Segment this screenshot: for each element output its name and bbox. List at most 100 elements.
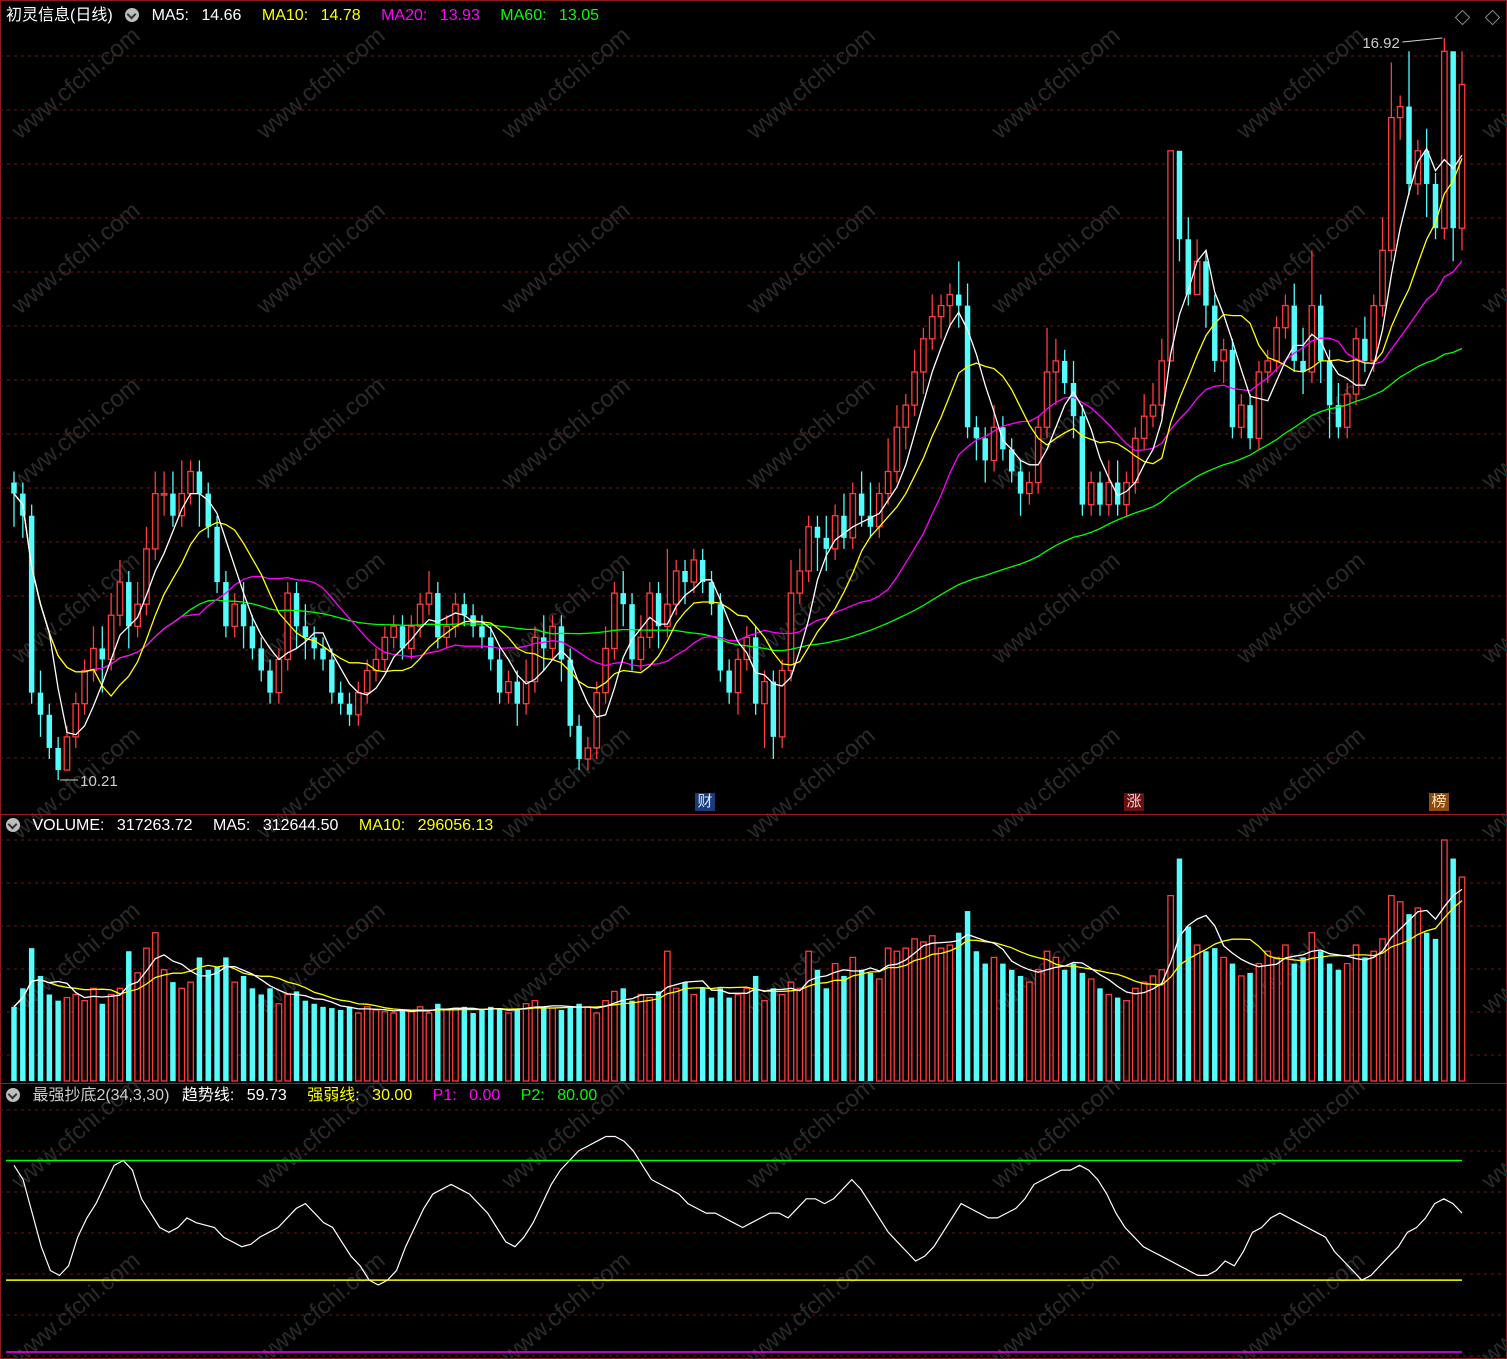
dropdown-icon[interactable] [6, 1088, 20, 1102]
volume-bar [90, 987, 97, 1082]
volume-label: VOLUME: 317263.72 [32, 817, 193, 834]
volume-bar [372, 1009, 380, 1082]
candle-body [187, 470, 194, 495]
candle-body [611, 592, 618, 650]
watermark-text: www.cfchi.com [1231, 197, 1371, 320]
candle-body [584, 747, 592, 760]
volume-bar [407, 1011, 415, 1082]
watermark-text: www.cfchi.com [741, 197, 881, 320]
volume-bar [1087, 978, 1095, 1082]
limit-up-marker[interactable]: 涨 [1124, 793, 1144, 811]
candle-body [452, 603, 459, 627]
volume-bar [805, 950, 813, 1082]
candle-body [258, 648, 264, 671]
volume-bar [46, 994, 53, 1081]
candle-body [893, 426, 901, 473]
candle-body [461, 604, 468, 616]
candle-body [734, 658, 742, 694]
candle-body [1264, 360, 1272, 373]
candle-body [1308, 304, 1316, 373]
watermark-text: www.cfchi.com [986, 722, 1126, 845]
volume-bar [452, 1007, 459, 1082]
candle-body [55, 747, 61, 771]
volume-bar [390, 1012, 398, 1082]
volume-bar [1379, 938, 1386, 1082]
candle-body [1406, 106, 1412, 184]
candle-body [514, 681, 521, 704]
candle-body [1087, 481, 1095, 506]
candle-body [1387, 116, 1395, 251]
candle-body [1097, 482, 1103, 505]
candle-body [602, 647, 609, 694]
dragon-tiger-list-marker[interactable]: 榜 [1429, 793, 1449, 811]
candle-body [823, 537, 830, 549]
volume-bar [567, 1006, 573, 1081]
volume-bar [1140, 981, 1148, 1082]
volume-bar [1370, 950, 1378, 1082]
volume-bar [1123, 1000, 1130, 1082]
candle-body [796, 570, 804, 594]
candle-body [920, 338, 927, 373]
volume-bar [258, 994, 264, 1081]
volume-bar [937, 947, 945, 1082]
volume-bar [151, 932, 159, 1082]
watermark-text: www.cfchi.com [1231, 22, 1371, 145]
volume-bar [346, 1006, 353, 1081]
volume-bar [126, 951, 132, 1081]
volume-bar [1212, 948, 1218, 1081]
volume-bar [778, 993, 786, 1082]
candle-body [778, 669, 786, 738]
volume-bar [416, 1006, 424, 1082]
watermark-text: www.cfchi.com [496, 197, 636, 320]
watermark-text: www.cfchi.com [6, 1247, 146, 1359]
volume-bar [1017, 975, 1024, 1081]
volume-bar [893, 950, 901, 1082]
candle-body [90, 647, 97, 672]
stock-name: 初灵信息 [6, 7, 71, 24]
volume-ma5-label: MA5: 312644.50 [213, 817, 339, 834]
candle-body [1158, 360, 1166, 406]
candle-body [170, 493, 176, 516]
candle-body [1123, 481, 1130, 506]
volume-bar [1114, 997, 1121, 1081]
volume-bar [1458, 876, 1466, 1082]
candle-body [496, 659, 503, 693]
dropdown-icon[interactable] [125, 8, 140, 22]
candle-body [655, 593, 662, 627]
candle-body [1423, 150, 1430, 184]
candle-body [522, 680, 530, 705]
watermark-text: www.cfchi.com [986, 1072, 1126, 1195]
watermark-text: www.cfchi.com [1476, 22, 1507, 145]
volume-bar [541, 1006, 547, 1081]
candle-body [973, 427, 980, 439]
volume-bar [584, 1006, 592, 1082]
candle-body [1220, 349, 1227, 362]
p1-label: P1: 0.00 [432, 1087, 501, 1104]
dropdown-icon[interactable] [6, 818, 20, 832]
volume-bar [576, 1003, 582, 1081]
volume-bar [928, 935, 936, 1082]
volume-bar [284, 993, 292, 1082]
candle-body [1079, 416, 1086, 505]
volume-bar [646, 996, 654, 1082]
financial-report-marker[interactable]: 财 [695, 793, 715, 811]
volume-bar [63, 996, 71, 1082]
volume-bar [223, 957, 229, 1081]
volume-bar [663, 950, 671, 1082]
volume-bar [320, 1006, 326, 1081]
volume-bar [637, 993, 645, 1082]
watermark-text: www.cfchi.com [496, 22, 636, 145]
volume-bar [796, 987, 804, 1082]
candle-body [1247, 405, 1253, 439]
volume-bar [479, 1009, 485, 1081]
candle-body [1025, 481, 1033, 495]
candle-body [1167, 150, 1175, 362]
volume-bar [1000, 963, 1006, 1081]
candle-body [81, 669, 89, 705]
stock-chart[interactable]: www.cfchi.com www.cfchi.com www.cfchi.com w… [0, 0, 1507, 1359]
volume-bar [858, 969, 865, 1081]
high-arrow [1402, 37, 1443, 43]
candle-body [320, 648, 326, 660]
volume-bar [867, 972, 874, 1081]
volume-bar [267, 988, 273, 1081]
